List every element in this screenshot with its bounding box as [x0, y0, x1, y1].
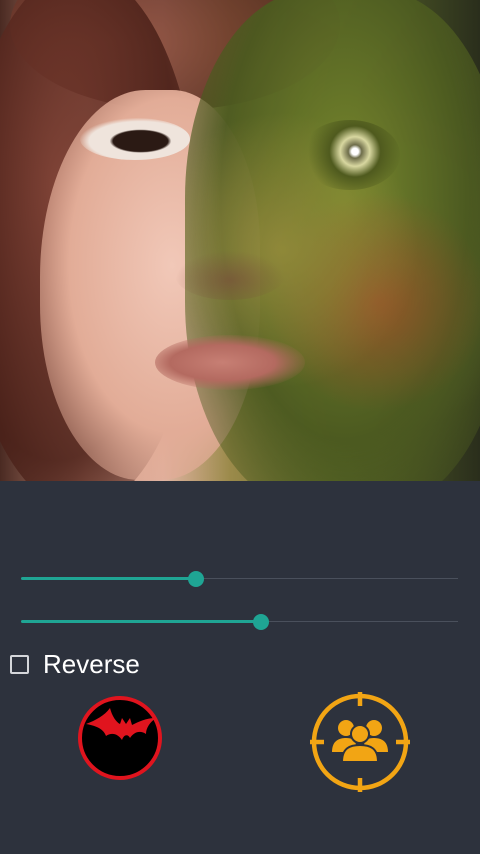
slider-thumb[interactable]: [187, 571, 204, 587]
group-target-button[interactable]: [308, 690, 412, 794]
slider-thumb[interactable]: [253, 614, 270, 630]
slider-fill: [21, 620, 262, 623]
bat-icon: [78, 696, 162, 780]
reverse-option[interactable]: Reverse: [10, 649, 140, 679]
bat-button[interactable]: [76, 694, 164, 782]
reverse-checkbox[interactable]: [10, 654, 29, 674]
slider-fill: [21, 577, 196, 580]
opacity-slider[interactable]: [21, 564, 458, 594]
face-photo: [0, 0, 480, 481]
blend-slider[interactable]: [21, 607, 458, 637]
group-target-icon: [310, 692, 410, 792]
reverse-label: Reverse: [43, 649, 140, 679]
